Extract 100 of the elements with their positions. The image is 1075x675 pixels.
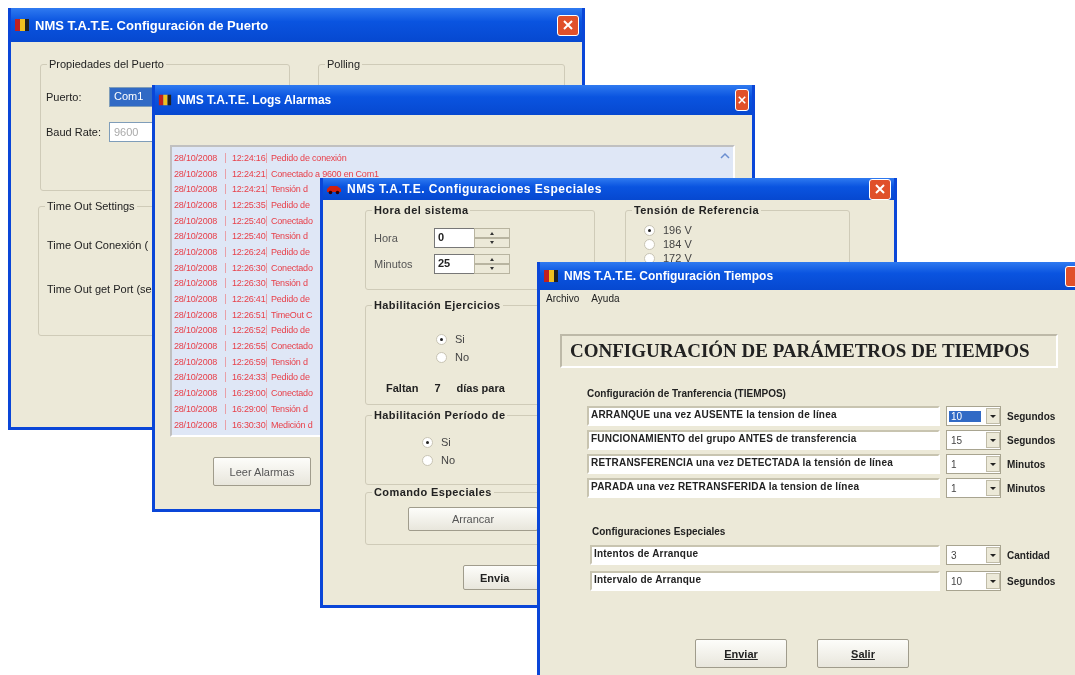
option-label: Si <box>455 333 465 345</box>
log-message: Pedido de <box>266 294 310 305</box>
title-bar[interactable]: NMS T.A.T.E. Configuraciones Especiales <box>323 178 894 200</box>
log-message: Conectado <box>266 215 313 226</box>
option-label: 184 V <box>663 238 692 250</box>
title-bar[interactable]: NMS T.A.T.E. Logs Alarmas <box>155 85 752 115</box>
log-date: 28/10/2008 <box>174 262 219 273</box>
log-message: Tensión d <box>266 184 308 195</box>
description-field[interactable]: Intervalo de Arranque <box>590 571 940 591</box>
field-label: Minutos <box>374 258 414 270</box>
unit-label: Segundos <box>1007 434 1056 446</box>
log-date: 28/10/2008 <box>174 152 219 163</box>
log-message: Tensión d <box>266 356 308 367</box>
value-combo[interactable]: 10 <box>946 406 1001 426</box>
combo-value: 1 <box>950 458 958 470</box>
value-combo[interactable]: 10 <box>946 571 1001 591</box>
log-message: Pedido de conexión <box>266 152 347 163</box>
log-time: 12:24:21 <box>225 168 266 179</box>
log-time: 12:26:30 <box>225 278 266 289</box>
log-message: Pedido de <box>266 199 310 210</box>
log-date: 28/10/2008 <box>174 168 219 179</box>
log-time: 12:26:59 <box>225 356 266 367</box>
combo-value: 15 <box>950 434 964 446</box>
log-date: 28/10/2008 <box>174 419 219 430</box>
group-legend: Habilitación Período de <box>372 409 508 422</box>
value-combo[interactable]: 15 <box>946 430 1001 450</box>
log-date: 28/10/2008 <box>174 403 219 414</box>
log-date: 28/10/2008 <box>174 309 219 320</box>
log-date: 28/10/2008 <box>174 215 219 226</box>
combo-value: 3 <box>950 549 958 561</box>
value-combo[interactable]: 1 <box>946 478 1001 498</box>
description-field[interactable]: PARADA una vez RETRANSFERIDA la tension de línea <box>587 478 940 498</box>
section-label: Configuración de Tranferencia (TIEMPOS) <box>587 388 787 399</box>
log-time: 12:26:30 <box>225 262 266 273</box>
option-label: 172 V <box>663 252 692 264</box>
unit-label: Minutos <box>1007 458 1046 470</box>
log-message: Conectado <box>266 341 313 352</box>
port-combo[interactable]: Com1 <box>109 87 153 107</box>
log-time: 16:29:00 <box>225 403 266 414</box>
log-date: 28/10/2008 <box>174 356 219 367</box>
log-time: 12:26:24 <box>225 246 266 257</box>
log-date: 28/10/2008 <box>174 325 219 336</box>
log-time: 16:29:00 <box>225 388 266 399</box>
group-legend: Hora del sistema <box>372 204 471 217</box>
unit-label: Segundos <box>1007 575 1056 587</box>
title-bar[interactable]: NMS T.A.T.E. Configuración Tiempos <box>540 262 1075 290</box>
log-time: 12:24:21 <box>225 184 266 195</box>
combo-value: 1 <box>950 482 958 494</box>
port-label: Puerto: <box>46 91 83 103</box>
log-date: 28/10/2008 <box>174 278 219 289</box>
window-title: NMS T.A.T.E. Logs Alarmas <box>177 93 333 107</box>
spin-field[interactable]: 0 <box>434 228 474 248</box>
menu-item[interactable]: Ayuda <box>591 293 620 309</box>
description-field[interactable]: RETRANSFERENCIA una vez DETECTADA la tensión de línea <box>587 454 940 474</box>
value-combo[interactable]: 3 <box>946 545 1001 565</box>
log-message: TimeOut C <box>266 309 313 320</box>
log-date: 28/10/2008 <box>174 231 219 242</box>
log-time: 12:26:51 <box>225 309 266 320</box>
dialog-button[interactable]: Salir <box>817 639 909 668</box>
log-date: 28/10/2008 <box>174 294 219 305</box>
timeout-label: Time Out Conexión ( <box>47 239 149 251</box>
log-date: 28/10/2008 <box>174 341 219 352</box>
window-title: NMS T.A.T.E. Configuración de Puerto <box>35 17 270 33</box>
option-label: No <box>455 351 470 363</box>
group-legend: Habilitación Ejercicios <box>372 299 503 312</box>
log-time: 12:26:52 <box>225 325 266 336</box>
timeout-label: Time Out get Port (se <box>47 283 152 295</box>
log-time: 12:26:55 <box>225 341 266 352</box>
log-time: 12:25:40 <box>225 231 266 242</box>
group-legend: Time Out Settings <box>45 200 137 213</box>
description-field[interactable]: FUNCIONAMIENTO del grupo ANTES de transferencia <box>587 430 940 450</box>
baud-rate-label: Baud Rate: <box>46 126 103 138</box>
option-label: Si <box>441 436 451 448</box>
remaining-days-text: días para <box>456 382 505 394</box>
window-title: NMS T.A.T.E. Configuración Tiempos <box>564 269 775 283</box>
log-message: Tensión d <box>266 231 308 242</box>
option-label: 196 V <box>663 224 692 236</box>
description-field[interactable]: ARRANQUE una vez AUSENTE la tension de línea <box>587 406 940 426</box>
unit-label: Minutos <box>1007 482 1046 494</box>
description-field[interactable]: Intentos de Arranque <box>590 545 940 565</box>
log-time: 16:30:30 <box>225 419 266 430</box>
start-button[interactable]: Arrancar <box>408 507 538 531</box>
log-time: 12:26:41 <box>225 294 266 305</box>
log-message: Pedido de <box>266 372 310 383</box>
log-message: Pedido de <box>266 325 310 336</box>
heading: CONFIGURACIÓN DE PARÁMETROS DE TIEMPOS <box>560 334 1058 368</box>
remaining-days-text: 7 <box>434 382 441 394</box>
menu-item[interactable]: Archivo <box>546 293 580 309</box>
value-combo[interactable]: 1 <box>946 454 1001 474</box>
spin-field[interactable]: 25 <box>434 254 474 274</box>
log-message: Tensión d <box>266 278 308 289</box>
group-legend: Comando Especiales <box>372 486 494 499</box>
log-message: Conectado <box>266 262 313 273</box>
title-bar[interactable]: NMS T.A.T.E. Configuración de Puerto <box>11 8 582 42</box>
dialog-button[interactable]: Enviar <box>695 639 787 668</box>
log-date: 28/10/2008 <box>174 246 219 257</box>
log-message: Tensión d <box>266 403 308 414</box>
remaining-days-text: Faltan <box>386 382 419 394</box>
read-alarms-button[interactable]: Leer Alarmas <box>213 457 311 486</box>
log-time: 12:25:40 <box>225 215 266 226</box>
